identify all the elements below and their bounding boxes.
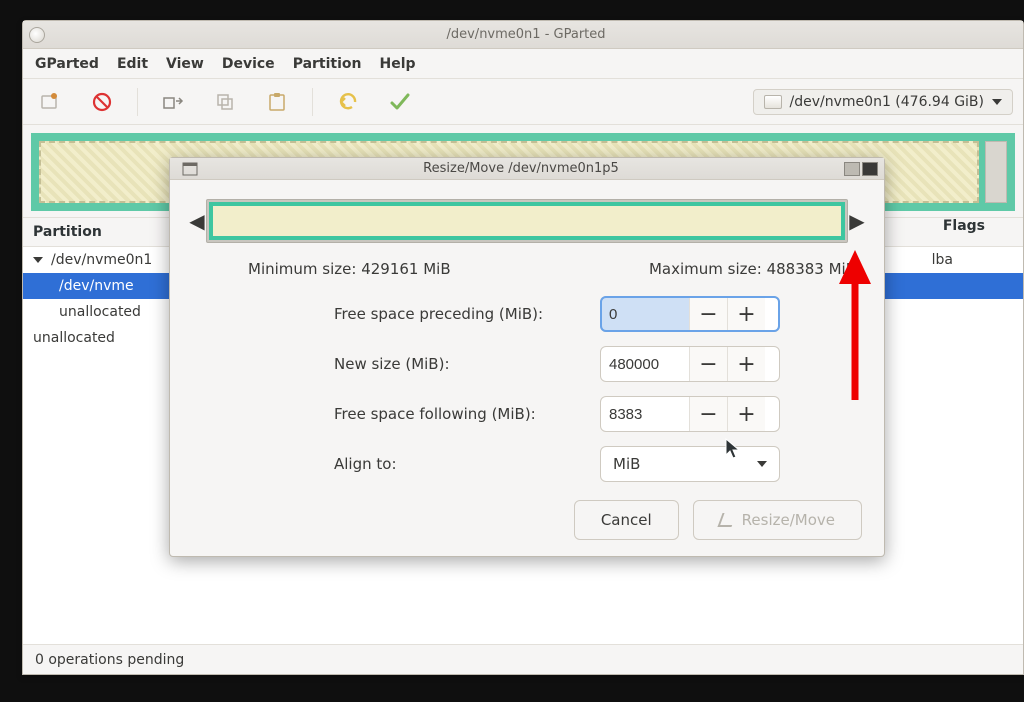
menu-device[interactable]: Device xyxy=(222,56,275,72)
resize-bar[interactable] xyxy=(206,199,848,243)
menu-partition[interactable]: Partition xyxy=(293,56,362,72)
partition-name: /dev/nvme0n1 xyxy=(51,252,152,268)
resize-bar-used[interactable] xyxy=(209,202,845,240)
resize-visual: ◀ ▶ xyxy=(188,194,866,248)
column-partition: Partition xyxy=(33,224,102,240)
cancel-button[interactable]: Cancel xyxy=(574,500,679,540)
new-size-spinner[interactable]: − + xyxy=(600,346,780,382)
menu-edit[interactable]: Edit xyxy=(117,56,148,72)
partition-name: unallocated xyxy=(59,304,141,320)
stepper-down[interactable]: − xyxy=(689,397,727,431)
column-flags: Flags xyxy=(943,218,985,234)
app-icon xyxy=(29,27,45,43)
stepper-up[interactable]: + xyxy=(727,297,765,331)
dialog-titlebar[interactable]: Resize/Move /dev/nvme0n1p5 xyxy=(170,158,884,180)
resize-move-label: Resize/Move xyxy=(742,511,835,529)
resize-handle-left[interactable]: ◀ xyxy=(188,199,206,243)
resize-move-button[interactable] xyxy=(156,85,190,119)
resize-handle-right[interactable]: ▶ xyxy=(848,199,866,243)
dialog-actions: Cancel Resize/Move xyxy=(188,482,866,544)
delete-partition-button[interactable] xyxy=(85,85,119,119)
free-preceding-spinner[interactable]: − + xyxy=(600,296,780,332)
device-selector-label: /dev/nvme0n1 (476.94 GiB) xyxy=(790,94,984,110)
partition-graphic-unallocated[interactable] xyxy=(985,141,1007,203)
resize-move-dialog: Resize/Move /dev/nvme0n1p5 ◀ ▶ Minimum s… xyxy=(169,157,885,557)
partition-name: /dev/nvme xyxy=(59,278,134,294)
free-following-label: Free space following (MiB): xyxy=(274,405,584,423)
menu-view[interactable]: View xyxy=(166,56,204,72)
free-following-spinner[interactable]: − + xyxy=(600,396,780,432)
resize-move-icon xyxy=(717,513,736,527)
dialog-title: Resize/Move /dev/nvme0n1p5 xyxy=(204,161,838,176)
menu-gparted[interactable]: GParted xyxy=(35,56,99,72)
menubar: GParted Edit View Device Partition Help xyxy=(23,49,1023,79)
expander-icon[interactable] xyxy=(33,257,43,263)
dialog-body: ◀ ▶ Minimum size: 429161 MiB Maximum siz… xyxy=(170,180,884,556)
main-window-title: /dev/nvme0n1 - GParted xyxy=(51,27,1001,42)
menu-help[interactable]: Help xyxy=(380,56,416,72)
device-selector[interactable]: /dev/nvme0n1 (476.94 GiB) xyxy=(753,89,1013,115)
align-to-combobox[interactable]: MiB xyxy=(600,446,780,482)
apply-button[interactable] xyxy=(383,85,417,119)
toolbar: /dev/nvme0n1 (476.94 GiB) xyxy=(23,79,1023,125)
statusbar: 0 operations pending xyxy=(23,644,1023,674)
minimize-button[interactable] xyxy=(844,162,860,176)
copy-button[interactable] xyxy=(208,85,242,119)
stepper-up[interactable]: + xyxy=(727,347,765,381)
paste-button[interactable] xyxy=(260,85,294,119)
cancel-label: Cancel xyxy=(601,511,652,529)
free-preceding-label: Free space preceding (MiB): xyxy=(274,305,584,323)
new-partition-button[interactable] xyxy=(33,85,67,119)
disk-icon xyxy=(764,95,782,109)
desktop: /dev/nvme0n1 - GParted GParted Edit View… xyxy=(0,0,1024,702)
flags-value: lba xyxy=(932,252,953,268)
stepper-down[interactable]: − xyxy=(689,297,727,331)
align-to-value: MiB xyxy=(613,455,640,473)
status-text: 0 operations pending xyxy=(35,652,184,668)
toolbar-separator-2 xyxy=(312,88,313,116)
main-titlebar[interactable]: /dev/nvme0n1 - GParted xyxy=(23,21,1023,49)
min-size-label: Minimum size: 429161 MiB xyxy=(248,260,451,278)
new-size-input[interactable] xyxy=(601,347,689,381)
align-to-label: Align to: xyxy=(274,455,584,473)
toolbar-separator xyxy=(137,88,138,116)
free-following-input[interactable] xyxy=(601,397,689,431)
new-size-label: New size (MiB): xyxy=(274,355,584,373)
resize-move-submit-button[interactable]: Resize/Move xyxy=(693,500,862,540)
resize-form: Free space preceding (MiB): − + New size… xyxy=(188,296,866,482)
chevron-down-icon xyxy=(757,461,767,467)
max-size-label: Maximum size: 488383 MiB xyxy=(649,260,856,278)
free-preceding-input[interactable] xyxy=(601,297,689,331)
size-hints: Minimum size: 429161 MiB Maximum size: 4… xyxy=(188,248,866,296)
maximize-button[interactable] xyxy=(862,162,878,176)
window-icon xyxy=(182,162,198,176)
stepper-down[interactable]: − xyxy=(689,347,727,381)
undo-button[interactable] xyxy=(331,85,365,119)
chevron-down-icon xyxy=(992,99,1002,105)
partition-name: unallocated xyxy=(33,330,115,346)
stepper-up[interactable]: + xyxy=(727,397,765,431)
